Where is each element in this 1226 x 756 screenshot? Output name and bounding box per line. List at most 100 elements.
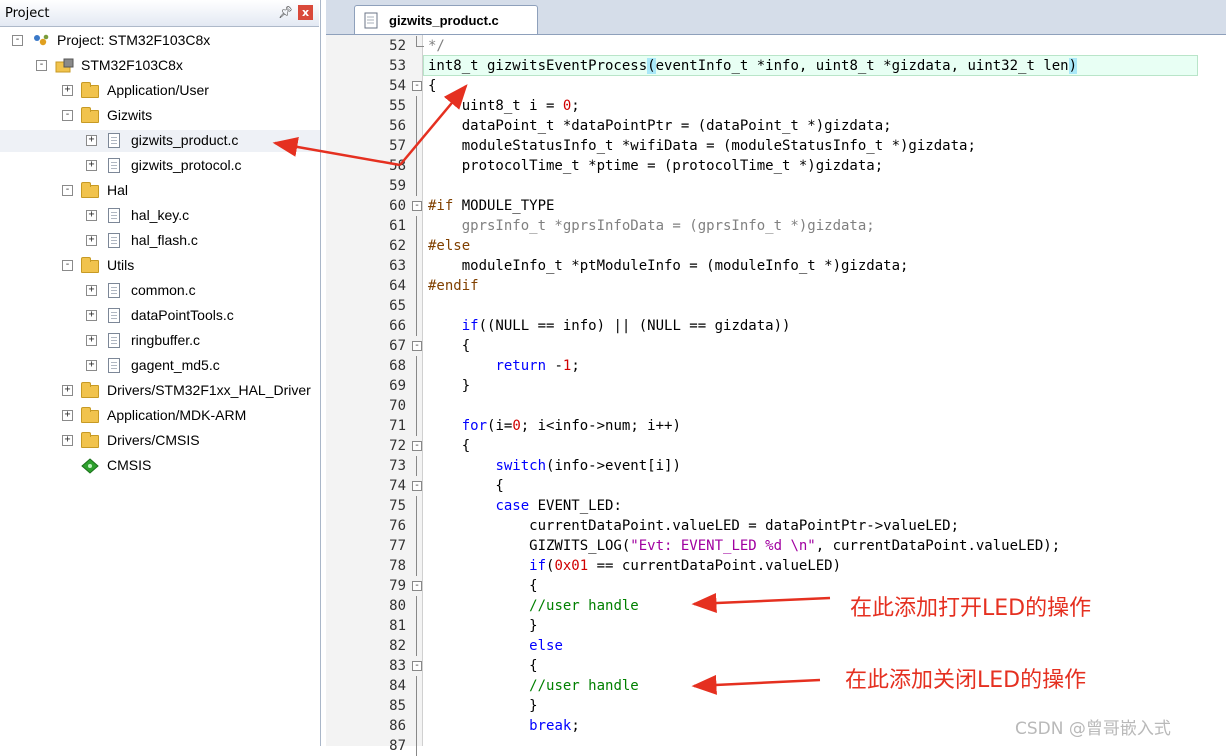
- code-text: if((NULL == info) || (NULL == gizdata)): [461, 318, 791, 334]
- fold-toggle-icon[interactable]: -: [412, 441, 422, 451]
- annotation-open-led: 在此添加打开LED的操作: [850, 596, 1092, 621]
- annotation-close-led: 在此添加关闭LED的操作: [845, 668, 1087, 693]
- tab-gizwits-product[interactable]: gizwits_product.c: [354, 5, 538, 34]
- code-line: 53 int8_t gizwitsEventProcess(eventInfo_t…: [0, 56, 1226, 76]
- code-text: {: [428, 478, 504, 494]
- code-text: {: [428, 658, 538, 674]
- line-number: 59: [389, 178, 406, 194]
- line-number: 85: [389, 698, 406, 714]
- line-number: 81: [389, 618, 406, 634]
- code-line: 71 for(i=0; i<info->num; i++): [0, 416, 1226, 436]
- code-line: 63 moduleInfo_t *ptModuleInfo = (moduleI…: [0, 256, 1226, 276]
- fold-toggle-icon[interactable]: -: [412, 661, 422, 671]
- code-line: 57 moduleStatusInfo_t *wifiData = (modul…: [0, 136, 1226, 156]
- code-text: }: [428, 618, 538, 634]
- fold-guide: [416, 416, 417, 436]
- code-line: 58 protocolTime_t *ptime = (protocolTime…: [0, 156, 1226, 176]
- code-text: }: [428, 378, 471, 394]
- fold-guide: [416, 276, 417, 296]
- fold-guide: [416, 596, 417, 616]
- code-line: 62 #else: [0, 236, 1226, 256]
- code-text: gprsInfo_t *gprsInfoData = (gprsInfo_t *…: [428, 218, 875, 234]
- line-number: 66: [389, 318, 406, 334]
- fold-guide: [416, 516, 417, 536]
- code-line: 54-{: [0, 76, 1226, 96]
- project-panel-header: Project 📌︎ x: [0, 0, 319, 27]
- line-number: 52: [389, 38, 406, 54]
- code-line: 59: [0, 176, 1226, 196]
- fold-guide: [416, 296, 417, 316]
- code-text: if(0x01 == currentDataPoint.valueLED): [529, 558, 842, 574]
- line-number: 61: [389, 218, 406, 234]
- code-line: 78 if(0x01 == currentDataPoint.valueLED): [0, 556, 1226, 576]
- tab-label: gizwits_product.c: [389, 13, 499, 28]
- code-text: {: [428, 338, 471, 354]
- line-number: 82: [389, 638, 406, 654]
- fold-guide: [416, 696, 417, 716]
- code-line: 85 }: [0, 696, 1226, 716]
- file-icon: [364, 12, 378, 29]
- line-number: 74: [389, 478, 406, 494]
- line-number: 71: [389, 418, 406, 434]
- line-number: 73: [389, 458, 406, 474]
- code-text: break;: [529, 718, 580, 734]
- fold-guide: [416, 176, 417, 196]
- fold-guide: [416, 316, 417, 336]
- code-text: currentDataPoint.valueLED = dataPointPtr…: [428, 518, 960, 534]
- pin-icon[interactable]: 📌︎: [278, 5, 293, 19]
- code-line: 76 currentDataPoint.valueLED = dataPoint…: [0, 516, 1226, 536]
- code-line: 67- {: [0, 336, 1226, 356]
- line-number: 70: [389, 398, 406, 414]
- fold-guide: [416, 156, 417, 176]
- code-text: */: [428, 38, 445, 54]
- code-text: {: [428, 438, 471, 454]
- code-line: 65: [0, 296, 1226, 316]
- fold-guide: [416, 136, 417, 156]
- close-icon[interactable]: x: [298, 5, 313, 20]
- fold-guide: [416, 536, 417, 556]
- code-line: 74- {: [0, 476, 1226, 496]
- line-number: 80: [389, 598, 406, 614]
- line-number: 77: [389, 538, 406, 554]
- line-number: 68: [389, 358, 406, 374]
- line-number: 57: [389, 138, 406, 154]
- fold-guide: [416, 496, 417, 516]
- line-number: 60: [389, 198, 406, 214]
- code-text: int8_t gizwitsEventProcess(eventInfo_t *…: [428, 58, 1078, 74]
- fold-guide: [416, 216, 417, 236]
- code-text: for(i=0; i<info->num; i++): [461, 418, 681, 434]
- code-text: dataPoint_t *dataPointPtr = (dataPoint_t…: [428, 118, 892, 134]
- line-number: 78: [389, 558, 406, 574]
- fold-toggle-icon[interactable]: -: [412, 481, 422, 491]
- fold-guide: [416, 676, 417, 696]
- fold-guide: [416, 376, 417, 396]
- line-number: 58: [389, 158, 406, 174]
- fold-toggle-icon[interactable]: -: [412, 201, 422, 211]
- fold-toggle-icon[interactable]: -: [412, 81, 422, 91]
- line-number: 83: [389, 658, 406, 674]
- code-text: {: [428, 78, 437, 94]
- fold-guide: [416, 256, 417, 276]
- code-line: 52 */: [0, 36, 1226, 56]
- code-line: 60- #if MODULE_TYPE: [0, 196, 1226, 216]
- fold-guide: [416, 356, 417, 376]
- code-text: uint8_t i = 0;: [428, 98, 580, 114]
- line-number: 63: [389, 258, 406, 274]
- code-line: 87: [0, 736, 1226, 756]
- code-line: 82 else: [0, 636, 1226, 656]
- fold-guide: [416, 396, 417, 416]
- code-line: 70: [0, 396, 1226, 416]
- fold-toggle-icon[interactable]: -: [412, 581, 422, 591]
- code-text: case EVENT_LED:: [495, 498, 622, 514]
- line-number: 75: [389, 498, 406, 514]
- code-line: 55 uint8_t i = 0;: [0, 96, 1226, 116]
- line-number: 87: [389, 738, 406, 754]
- line-number: 54: [389, 78, 406, 94]
- code-text: moduleStatusInfo_t *wifiData = (moduleSt…: [428, 138, 976, 154]
- fold-end-guide: [416, 36, 424, 47]
- fold-toggle-icon[interactable]: -: [412, 341, 422, 351]
- project-panel-title: Project: [5, 6, 50, 21]
- fold-guide: [416, 456, 417, 476]
- line-number: 67: [389, 338, 406, 354]
- fold-guide: [416, 236, 417, 256]
